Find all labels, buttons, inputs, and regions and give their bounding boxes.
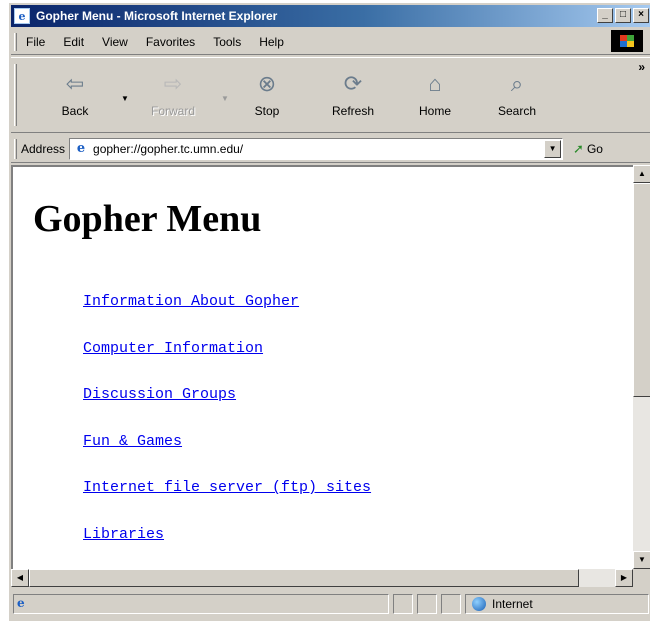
windows-logo-icon (611, 30, 643, 52)
internet-globe-icon (472, 597, 486, 611)
link-discussion-groups[interactable]: Discussion Groups (83, 386, 236, 403)
zone-label: Internet (492, 597, 533, 611)
horizontal-scroll-thumb[interactable] (29, 569, 579, 587)
address-input[interactable] (93, 141, 534, 156)
page-ie-icon: e (76, 140, 86, 156)
go-label: Go (586, 141, 603, 156)
forward-arrow-icon: ⇨ (163, 71, 183, 96)
list-item: Internet file server (ftp) sites (83, 479, 371, 526)
vertical-scroll-thumb[interactable] (633, 183, 650, 397)
search-button[interactable]: ⌕ Search (487, 70, 547, 126)
list-item: Libraries (83, 526, 371, 569)
toolbar-chevron-icon[interactable]: » (638, 60, 645, 74)
menu-tools[interactable]: Tools (204, 35, 250, 49)
menu-view[interactable]: View (93, 35, 137, 49)
toolbar-grip[interactable] (14, 64, 17, 126)
link-computer-information[interactable]: Computer Information (83, 340, 263, 357)
refresh-button[interactable]: ⟳ Refresh (323, 70, 383, 126)
search-icon: ⌕ (510, 71, 524, 96)
status-page-icon: e (17, 596, 25, 610)
home-button[interactable]: ⌂ Home (405, 70, 465, 126)
scroll-up-icon[interactable]: ▲ (633, 165, 650, 183)
forward-button[interactable]: ⇨ Forward (143, 70, 203, 126)
addressbar-grip[interactable] (14, 138, 17, 159)
window-controls: _ □ × (597, 8, 649, 23)
home-icon: ⌂ (428, 71, 442, 96)
forward-label: Forward (150, 104, 195, 118)
menu-bar: File Edit View Favorites Tools Help (11, 29, 650, 55)
ie-icon: e (14, 8, 30, 24)
refresh-icon: ⟳ (343, 71, 363, 96)
status-pane-progress (393, 594, 413, 614)
gopher-link-list: Information About Gopher Computer Inform… (83, 293, 371, 569)
browser-window: e Gopher Menu - Microsoft Internet Explo… (8, 2, 650, 621)
back-button[interactable]: ⇦ Back (45, 70, 105, 126)
link-libraries[interactable]: Libraries (83, 526, 164, 543)
search-label: Search (497, 104, 537, 118)
list-item: Information About Gopher (83, 293, 371, 340)
back-label: Back (61, 104, 89, 118)
menu-help[interactable]: Help (250, 35, 293, 49)
status-text-pane: e (13, 594, 389, 614)
back-dropdown-icon[interactable]: ▼ (121, 94, 129, 103)
address-bar: Address e ▼ ➚ Go (11, 135, 650, 163)
list-item: Discussion Groups (83, 386, 371, 433)
horizontal-scrollbar[interactable]: ◀ ▶ (11, 569, 633, 587)
stop-button[interactable]: ⊗ Stop (237, 70, 297, 126)
status-pane-offline (441, 594, 461, 614)
close-button[interactable]: × (633, 8, 649, 23)
back-arrow-icon: ⇦ (65, 71, 85, 96)
scroll-left-icon[interactable]: ◀ (11, 569, 29, 587)
status-pane-lock (417, 594, 437, 614)
list-item: Fun & Games (83, 433, 371, 480)
status-zone-pane[interactable]: Internet (465, 594, 649, 614)
status-bar: e Internet (11, 591, 650, 617)
scrollbar-corner (633, 569, 650, 587)
forward-dropdown-icon[interactable]: ▼ (221, 94, 229, 103)
link-ftp-sites[interactable]: Internet file server (ftp) sites (83, 479, 371, 496)
page-title: Gopher Menu (33, 198, 262, 240)
minimize-button[interactable]: _ (597, 8, 613, 23)
vertical-scrollbar[interactable]: ▲ ▼ (633, 165, 650, 569)
standard-toolbar: ⇦ Back ▼ ⇨ Forward ▼ ⊗ Stop ⟳ Refresh ⌂ … (11, 57, 650, 133)
maximize-button[interactable]: □ (615, 8, 631, 23)
go-button[interactable]: ➚ Go (573, 141, 603, 157)
list-item: Computer Information (83, 340, 371, 387)
menu-favorites[interactable]: Favorites (137, 35, 204, 49)
go-arrow-icon: ➚ (573, 140, 584, 156)
page-content: Gopher Menu Information About Gopher Com… (11, 165, 633, 569)
link-information-about-gopher[interactable]: Information About Gopher (83, 293, 299, 310)
address-field[interactable]: e ▼ (69, 137, 564, 160)
scroll-right-icon[interactable]: ▶ (615, 569, 633, 587)
link-fun-and-games[interactable]: Fun & Games (83, 433, 182, 450)
stop-icon: ⊗ (257, 71, 277, 96)
home-label: Home (418, 104, 451, 118)
address-dropdown-icon[interactable]: ▼ (544, 139, 562, 158)
title-bar[interactable]: e Gopher Menu - Microsoft Internet Explo… (11, 5, 650, 27)
scroll-down-icon[interactable]: ▼ (633, 551, 650, 569)
stop-label: Stop (254, 104, 280, 118)
address-label: Address (21, 141, 66, 156)
menu-file[interactable]: File (17, 35, 54, 49)
menu-edit[interactable]: Edit (54, 35, 93, 49)
window-title: Gopher Menu - Microsoft Internet Explore… (36, 9, 278, 23)
refresh-label: Refresh (331, 104, 375, 118)
